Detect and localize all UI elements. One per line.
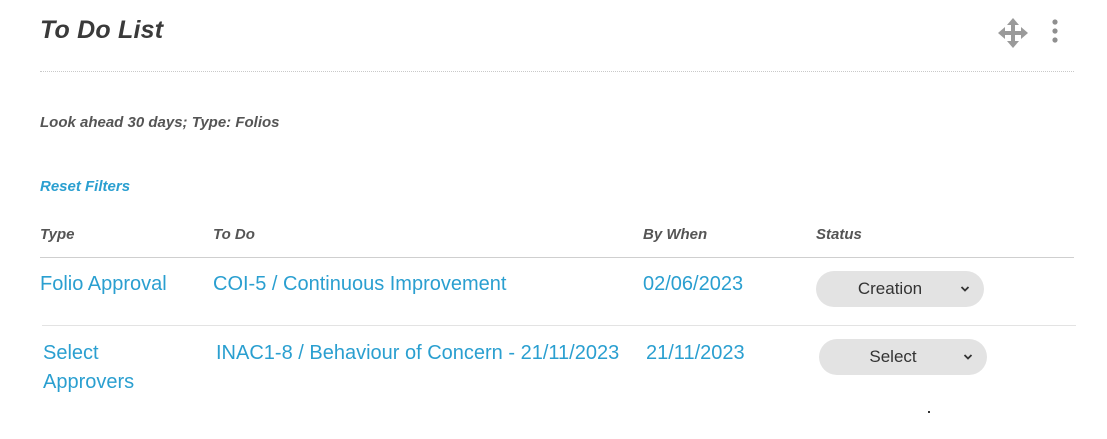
status-select-value: Select <box>869 347 917 366</box>
status-select[interactable]: Creation <box>816 271 984 307</box>
row-type-line-1: Select <box>43 342 99 364</box>
widget-title: To Do List <box>40 16 164 44</box>
row-by-when[interactable]: 21/11/2023 <box>646 339 745 368</box>
title-divider <box>40 71 1074 72</box>
row-type-link[interactable]: Folio Approval <box>40 270 167 299</box>
column-header-by-when: By When <box>643 226 708 243</box>
status-select[interactable]: Select <box>819 339 987 375</box>
chevron-down-icon <box>960 286 970 292</box>
reset-filters-link[interactable]: Reset Filters <box>40 178 130 195</box>
todo-list-widget: To Do List Look ahead 30 days; Type: Fol… <box>0 0 1107 439</box>
row-type-link[interactable]: Select Approvers <box>43 339 134 397</box>
column-header-status: Status <box>816 226 862 243</box>
chevron-down-icon <box>963 354 973 360</box>
row-divider <box>42 325 1076 326</box>
status-select-value: Creation <box>857 279 923 298</box>
row-todo-link[interactable]: COI-5 / Continuous Improvement <box>213 270 506 299</box>
filter-summary: Look ahead 30 days; Type: Folios <box>40 114 280 131</box>
row-todo-link[interactable]: INAC1-8 / Behaviour of Concern - 21/11/2… <box>216 339 619 368</box>
row-type-line-2: Approvers <box>43 371 135 393</box>
row-by-when[interactable]: 02/06/2023 <box>643 270 743 299</box>
stray-dot <box>928 411 930 413</box>
header-divider <box>40 257 1074 258</box>
column-header-type: Type <box>40 226 75 243</box>
move-icon[interactable] <box>998 18 1028 48</box>
column-header-todo: To Do <box>213 226 255 243</box>
kebab-menu-icon[interactable] <box>1046 16 1064 46</box>
